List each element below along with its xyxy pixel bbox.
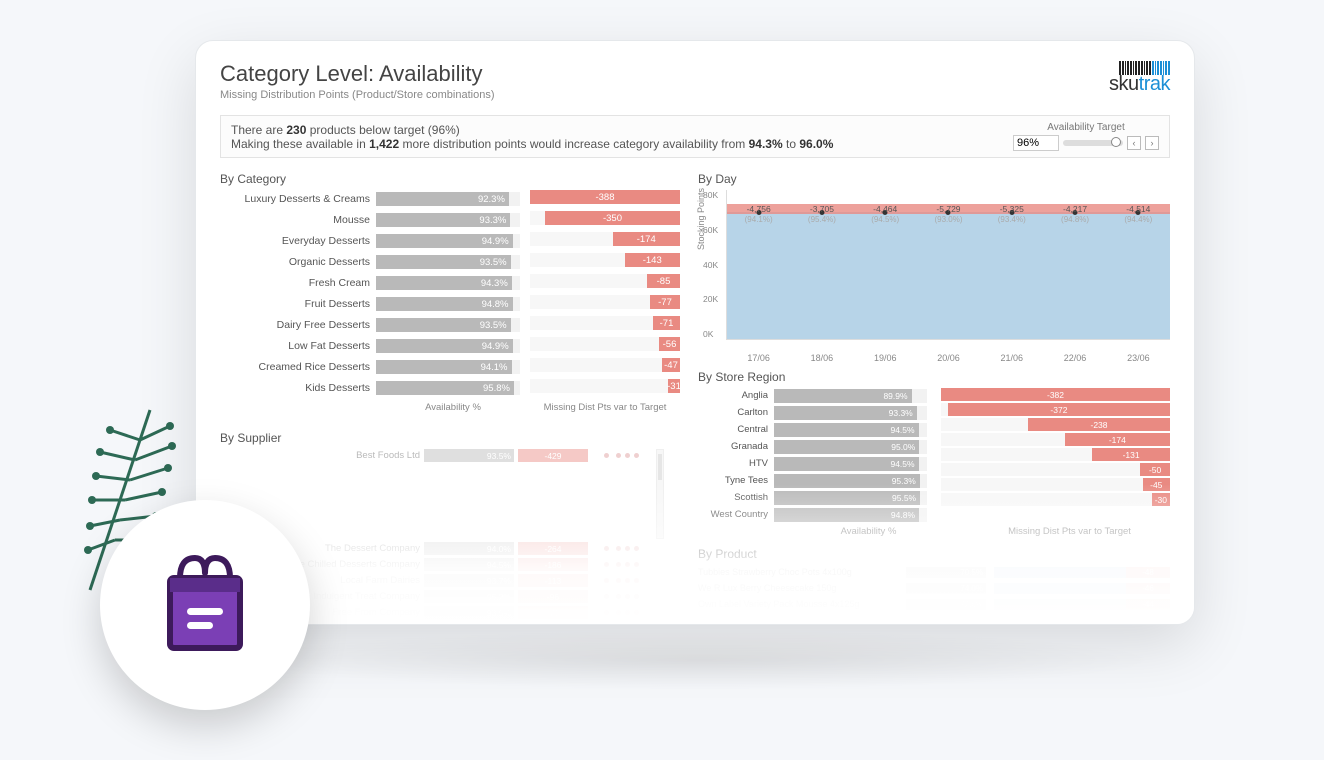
category-chart[interactable]: Luxury Desserts & Creams92.3% Mousse93.3%… [220,190,680,400]
section-by-product: By Product [698,547,1170,561]
category-row[interactable]: Mousse93.3% [220,211,520,229]
dashboard-frame: Category Level: Availability Missing Dis… [195,40,1195,625]
availability-target-control: Availability Target ‹ › [1013,122,1159,151]
supplier-row[interactable]: Best Foods Ltd 93.5% -429 [220,449,680,539]
y-axis-label: Stocking Points [696,187,706,249]
summary-text: Making these available in [231,137,369,151]
axis-label: Missing Dist Pts var to Target [969,526,1170,537]
target-prev-button[interactable]: ‹ [1127,136,1141,150]
category-row[interactable]: Organic Desserts93.5% [220,253,520,271]
summary-text: products below target (96%) [306,123,459,137]
feature-icon-circle [100,500,310,710]
category-row[interactable]: Fresh Cream94.3% [220,274,520,292]
device-shadow [240,630,1160,690]
target-label: Availability Target [1013,122,1159,133]
region-chart[interactable]: Anglia89.9% Carlton93.3% Central94.5% Grana… [698,388,1170,524]
below-target-count: 230 [286,123,306,137]
brand-logo: skutrak [1109,61,1170,96]
page-title: Category Level: Availability [220,61,495,87]
region-row[interactable]: Anglia89.9% [698,388,927,403]
axis-label: Availability % [698,526,969,537]
region-row[interactable]: Central94.5% [698,422,927,437]
category-row[interactable]: Dairy Free Desserts93.5% [220,316,520,334]
region-row[interactable]: Tyne Tees95.3% [698,473,927,488]
region-row[interactable]: Granada95.0% [698,439,927,454]
region-row[interactable]: West Country94.8% [698,507,927,522]
axis-label: Availability % [376,402,530,413]
category-row[interactable]: Creamed Rice Desserts94.1% [220,358,520,376]
product-row[interactable]: Tubbies Strawberry Choc Pots 4x100g 70.5… [698,565,1170,579]
axis-label: Missing Dist Pts var to Target [530,402,680,413]
section-by-category: By Category [220,172,680,186]
to-pct: 96.0% [799,137,833,151]
by-day-chart[interactable]: 80K60K40K20K0K -4,756(94.1%)17/06-3,705(… [726,190,1170,340]
shopping-bag-icon [155,548,255,663]
summary-text: to [783,137,800,151]
section-by-supplier: By Supplier [220,431,680,445]
summary-text: There are [231,123,286,137]
category-row[interactable]: Luxury Desserts & Creams92.3% [220,190,520,208]
category-row[interactable]: Everyday Desserts94.9% [220,232,520,250]
from-pct: 94.3% [749,137,783,151]
target-slider[interactable] [1063,140,1123,146]
target-input[interactable] [1013,135,1059,151]
brand-text-b: trak [1139,73,1170,95]
brand-text-a: sku [1109,73,1139,95]
region-row[interactable]: Carlton93.3% [698,405,927,420]
section-by-day: By Day [698,172,1170,186]
section-by-region: By Store Region [698,370,1170,384]
category-row[interactable]: Kids Desserts95.8% [220,379,520,397]
summary-bar: There are 230 products below target (96%… [220,115,1170,158]
region-row[interactable]: Scottish95.5% [698,490,927,505]
product-row[interactable]: Own Label Variety Pack Mousse 4x125g 72.… [698,597,1170,611]
product-row[interactable]: We R Lux Berry Cheesecake 150g 74.0% -46 [698,581,1170,595]
product-chart[interactable]: Tubbies Strawberry Choc Pots 4x100g 70.5… [698,565,1170,611]
summary-text: more distribution points would increase … [399,137,749,151]
region-row[interactable]: HTV94.5% [698,456,927,471]
supplier-scrollbar[interactable] [656,449,664,539]
category-row[interactable]: Low Fat Desserts94.9% [220,337,520,355]
dist-points-count: 1,422 [369,137,399,151]
page-subtitle: Missing Distribution Points (Product/Sto… [220,89,495,101]
target-next-button[interactable]: › [1145,136,1159,150]
category-row[interactable]: Fruit Desserts94.8% [220,295,520,313]
